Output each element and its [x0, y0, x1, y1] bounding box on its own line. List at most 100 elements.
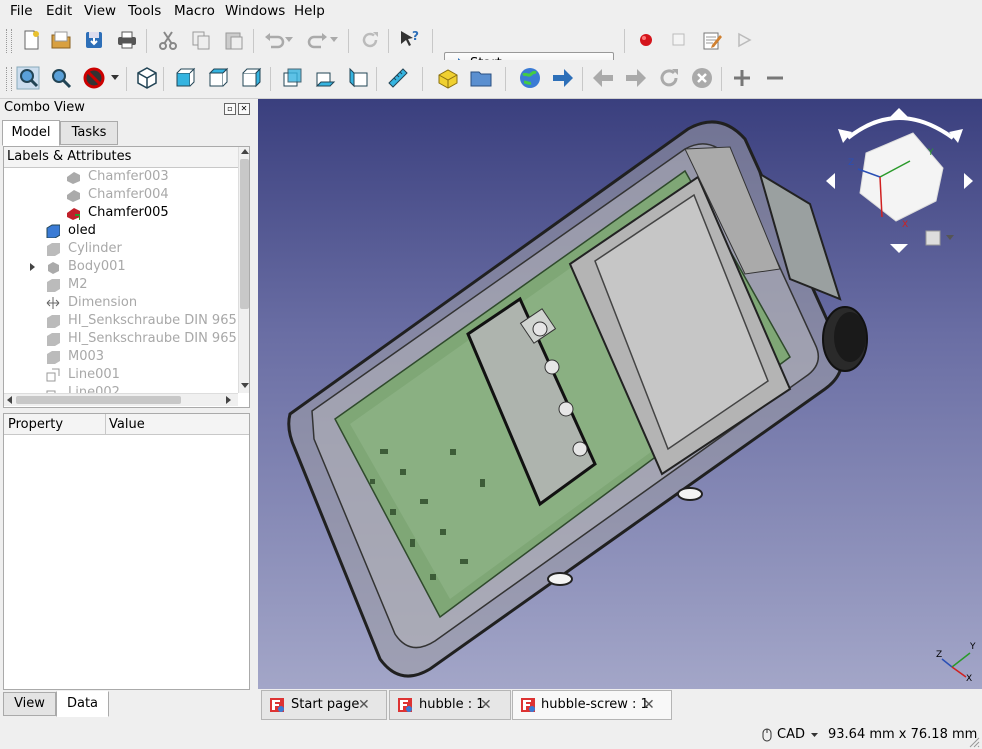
close-tab-icon[interactable]: ✕ — [643, 691, 655, 719]
body-icon — [48, 262, 59, 274]
fit-selection-icon[interactable] — [47, 64, 75, 92]
nav-cube-menu-icon[interactable] — [925, 230, 941, 246]
tree-item-chamfer004[interactable]: Chamfer004 — [66, 186, 169, 204]
menu-edit[interactable]: Edit — [43, 2, 75, 20]
web-globe-icon[interactable] — [516, 64, 544, 92]
left-view-icon[interactable] — [344, 64, 372, 92]
navcube-x-label: X — [902, 220, 908, 230]
tab-model[interactable]: Model — [2, 120, 60, 146]
toolbar-grip[interactable] — [6, 67, 12, 91]
new-document-icon[interactable] — [17, 26, 45, 54]
fit-all-icon[interactable] — [14, 64, 42, 92]
tree-item-m003[interactable]: M003 — [46, 348, 104, 366]
doc-tab-hubble[interactable]: hubble : 1 ✕ — [389, 690, 511, 720]
scroll-left-icon[interactable] — [7, 396, 13, 404]
menu-file[interactable]: File — [7, 2, 36, 20]
tree-item-cylinder[interactable]: Cylinder — [46, 240, 122, 258]
forward-arrow-icon[interactable] — [549, 64, 577, 92]
macro-run-icon[interactable] — [730, 26, 758, 54]
toolbar-grip[interactable] — [6, 29, 12, 53]
tree-header: Labels & Attributes — [4, 147, 240, 168]
menu-help[interactable]: Help — [291, 2, 328, 20]
front-view-icon[interactable] — [171, 64, 199, 92]
nav-cube-body[interactable] — [859, 132, 944, 222]
top-view-icon[interactable] — [204, 64, 232, 92]
close-tab-icon[interactable]: ✕ — [480, 691, 492, 719]
menu-view[interactable]: View — [81, 2, 119, 20]
macro-record-icon[interactable] — [632, 26, 660, 54]
value-column-header[interactable]: Value — [109, 417, 145, 432]
tree-item-m2[interactable]: M2 — [46, 276, 88, 294]
reload-icon[interactable] — [655, 64, 683, 92]
tree-item-oled[interactable]: oled — [46, 222, 96, 240]
combo-view-title: Combo View — [4, 100, 85, 115]
menu-windows[interactable]: Windows — [222, 2, 288, 20]
tree-item-line001[interactable]: Line001 — [46, 366, 120, 384]
rear-view-icon[interactable] — [278, 64, 306, 92]
close-panel-icon[interactable]: ✕ — [238, 103, 250, 115]
paste-icon[interactable] — [220, 26, 248, 54]
macro-stop-icon[interactable] — [665, 26, 693, 54]
nav-left-arrow-icon[interactable] — [826, 173, 835, 189]
zoom-in-icon[interactable] — [728, 64, 756, 92]
tree-item-chamfer005[interactable]: Chamfer005 — [66, 204, 169, 222]
nav-up-arrow-icon[interactable] — [890, 108, 908, 117]
draw-style-icon[interactable] — [80, 64, 108, 92]
tree-vertical-scrollbar[interactable] — [238, 147, 249, 393]
stop-load-icon[interactable] — [688, 64, 716, 92]
tree-item-senkschraube-2[interactable]: HI_Senkschraube DIN 965 A — [46, 330, 249, 348]
nav-down-arrow-icon[interactable] — [890, 244, 908, 253]
menu-tools[interactable]: Tools — [125, 2, 164, 20]
axis-y-label: Y — [969, 642, 976, 652]
doc-tab-start-page[interactable]: Start page ✕ — [261, 690, 387, 720]
print-icon[interactable] — [113, 26, 141, 54]
doc-tab-hubble-screw[interactable]: hubble-screw : 1 ✕ — [512, 690, 672, 720]
tree-item-body001[interactable]: Body001 — [30, 258, 126, 276]
tree-item-senkschraube-1[interactable]: HI_Senkschraube DIN 965 A — [46, 312, 249, 330]
whats-this-icon[interactable]: ? — [396, 26, 424, 54]
expand-arrow-icon[interactable] — [30, 263, 36, 271]
hscroll-thumb[interactable] — [16, 396, 181, 404]
resize-grip-icon[interactable] — [968, 736, 980, 748]
macro-edit-icon[interactable] — [698, 26, 726, 54]
tree-horizontal-scrollbar[interactable] — [4, 393, 238, 406]
open-folder-icon[interactable] — [47, 26, 75, 54]
tab-data[interactable]: Data — [56, 691, 109, 717]
part-icon[interactable] — [434, 64, 462, 92]
undo-dropdown-icon[interactable] — [282, 26, 296, 54]
close-tab-icon[interactable]: ✕ — [358, 691, 370, 719]
3d-viewport[interactable]: Y Z X Z Y X — [258, 99, 982, 689]
scroll-up-icon[interactable] — [241, 149, 249, 155]
isometric-view-icon[interactable] — [133, 64, 161, 92]
tree-item-dimension[interactable]: Dimension — [46, 294, 137, 312]
copy-icon[interactable] — [187, 26, 215, 54]
nav-right-arrow-icon[interactable] — [964, 173, 973, 189]
draw-style-dropdown-icon[interactable] — [108, 64, 122, 92]
scroll-down-icon[interactable] — [241, 383, 249, 389]
property-column-header[interactable]: Property — [8, 417, 63, 432]
link-icon — [46, 368, 60, 382]
next-nav-icon[interactable] — [622, 64, 650, 92]
scroll-thumb[interactable] — [240, 159, 249, 309]
navigation-style-label[interactable]: CAD — [777, 727, 805, 742]
back-nav-icon[interactable] — [589, 64, 617, 92]
refresh-icon[interactable] — [356, 26, 384, 54]
rotate-arc-icon[interactable] — [846, 116, 955, 140]
cut-icon[interactable] — [154, 26, 182, 54]
right-view-icon[interactable] — [237, 64, 265, 92]
nav-style-dropdown-icon[interactable] — [811, 733, 818, 738]
float-panel-icon[interactable]: ▫ — [224, 103, 236, 115]
redo-dropdown-icon[interactable] — [327, 26, 341, 54]
navigation-cube[interactable]: Y Z X — [818, 103, 978, 253]
property-view: Property Value — [3, 413, 250, 690]
tree-item-chamfer003[interactable]: Chamfer003 — [66, 168, 169, 186]
tab-view[interactable]: View — [3, 692, 56, 716]
group-folder-icon[interactable] — [467, 64, 495, 92]
menu-macro[interactable]: Macro — [171, 2, 218, 20]
tab-tasks[interactable]: Tasks — [60, 121, 118, 145]
scroll-right-icon[interactable] — [226, 396, 232, 404]
zoom-out-icon[interactable] — [761, 64, 789, 92]
save-icon[interactable] — [80, 26, 108, 54]
measure-distance-icon[interactable] — [384, 64, 412, 92]
bottom-view-icon[interactable] — [311, 64, 339, 92]
